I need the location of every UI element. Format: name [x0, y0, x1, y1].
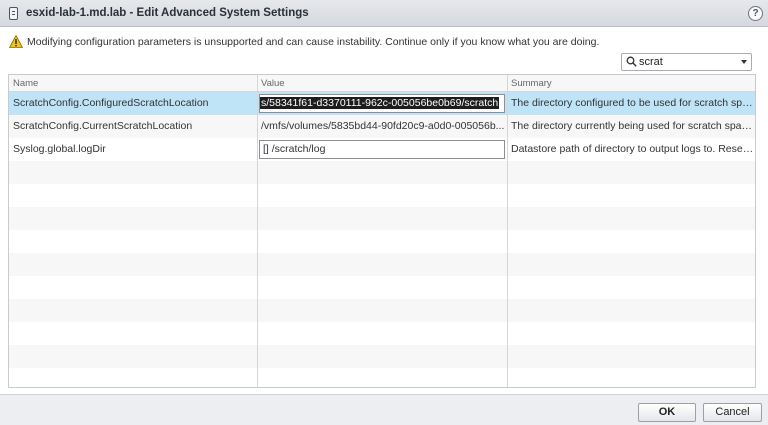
column-header-value[interactable]: Value: [261, 78, 285, 89]
empty-table-row: [9, 184, 755, 207]
setting-summary: Datastore path of directory to output lo…: [511, 143, 755, 155]
advanced-settings-table: Name Value Summary ScratchConfig.Configu…: [8, 74, 756, 388]
window-titlebar: esxid-lab-1.md.lab - Edit Advanced Syste…: [0, 0, 768, 27]
search-value: scrat: [639, 56, 663, 68]
setting-name: Syslog.global.logDir: [13, 143, 106, 155]
column-header-name[interactable]: Name: [13, 78, 38, 89]
column-divider[interactable]: [257, 75, 258, 387]
empty-table-row: [9, 230, 755, 253]
window-title: esxid-lab-1.md.lab - Edit Advanced Syste…: [26, 7, 309, 19]
empty-table-row: [9, 299, 755, 322]
selected-value-text: s/58341f61-d3370111-962c-005056be0b69/sc…: [260, 97, 500, 109]
ok-button[interactable]: OK: [638, 403, 696, 422]
setting-summary: The directory configured to be used for …: [511, 97, 755, 109]
setting-value: /vmfs/volumes/5835bd44-90fd20c9-a0d0-005…: [261, 120, 505, 132]
chevron-down-icon[interactable]: [741, 60, 747, 64]
host-icon: [9, 7, 18, 20]
setting-name: ScratchConfig.ConfiguredScratchLocation: [13, 97, 209, 109]
table-header: Name Value Summary: [9, 75, 755, 92]
warning-text: Modifying configuration parameters is un…: [27, 36, 600, 48]
empty-table-row: [9, 161, 755, 184]
search-filter-input[interactable]: scrat: [621, 53, 752, 71]
column-divider[interactable]: [507, 75, 508, 387]
warning-triangle-icon: [9, 35, 23, 48]
dialog-footer: OK Cancel: [0, 394, 768, 425]
empty-table-row: [9, 253, 755, 276]
empty-table-row: [9, 322, 755, 345]
empty-table-row: [9, 207, 755, 230]
table-row[interactable]: ScratchConfig.CurrentScratchLocation /vm…: [9, 115, 755, 138]
search-icon: [626, 56, 637, 67]
setting-name: ScratchConfig.CurrentScratchLocation: [13, 120, 193, 132]
empty-table-row: [9, 345, 755, 368]
empty-table-row: [9, 276, 755, 299]
setting-summary: The directory currently being used for s…: [511, 120, 755, 132]
table-row[interactable]: Syslog.global.logDir [] /scratch/log Dat…: [9, 138, 755, 161]
column-header-summary[interactable]: Summary: [511, 78, 552, 89]
value-edit-field[interactable]: [] /scratch/log: [259, 140, 505, 159]
value-edit-field[interactable]: s/58341f61-d3370111-962c-005056be0b69/sc…: [259, 94, 505, 113]
table-row[interactable]: ScratchConfig.ConfiguredScratchLocation …: [9, 92, 755, 115]
help-icon[interactable]: ?: [748, 6, 763, 21]
cancel-button[interactable]: Cancel: [703, 403, 762, 422]
